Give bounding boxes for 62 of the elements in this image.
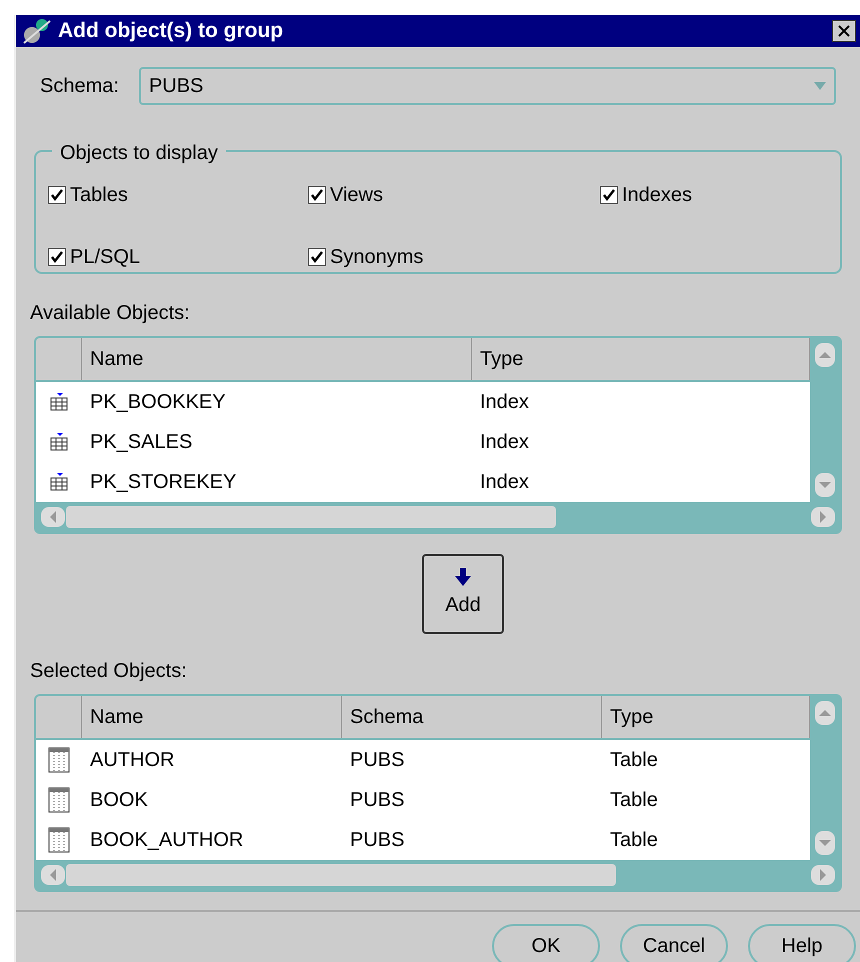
checkbox-label[interactable]: Indexes bbox=[622, 180, 692, 210]
window-title: Add object(s) to group bbox=[58, 18, 284, 44]
close-button[interactable] bbox=[832, 20, 856, 42]
dialog-button[interactable]: OK bbox=[492, 924, 600, 962]
available-label: Available Objects: bbox=[30, 300, 191, 326]
check-icon bbox=[50, 250, 64, 264]
index-icon bbox=[49, 472, 69, 492]
add-button[interactable]: Add bbox=[422, 554, 504, 634]
scroll-up-icon[interactable] bbox=[814, 342, 836, 368]
checkbox-label[interactable]: Views bbox=[330, 180, 383, 210]
close-icon bbox=[838, 24, 850, 37]
checkbox-label[interactable]: PL/SQL bbox=[70, 242, 140, 272]
index-icon bbox=[49, 392, 69, 412]
table-cell-text: PUBS bbox=[349, 748, 406, 772]
table-cell-text: BOOK_AUTHOR bbox=[89, 828, 244, 852]
schema-label: Schema: bbox=[40, 74, 119, 98]
check-icon bbox=[50, 188, 64, 202]
scroll-left-icon[interactable] bbox=[40, 864, 66, 886]
down-arrow-icon bbox=[455, 568, 471, 586]
table-icon bbox=[48, 746, 70, 772]
dialog-button[interactable]: Cancel bbox=[620, 924, 728, 962]
checkbox[interactable] bbox=[48, 186, 66, 204]
table-icon bbox=[48, 786, 70, 812]
schema-dropdown[interactable]: PUBS bbox=[138, 66, 836, 104]
scroll-right-icon[interactable] bbox=[810, 506, 836, 528]
scroll-down-icon[interactable] bbox=[814, 830, 836, 856]
scroll-left-icon[interactable] bbox=[40, 506, 66, 528]
table-cell-text: AUTHOR bbox=[89, 748, 176, 772]
column-header[interactable]: Schema bbox=[342, 696, 602, 738]
table-cell-text: Table bbox=[609, 788, 659, 812]
table-cell-text: PUBS bbox=[349, 828, 406, 852]
table-cell-text: Index bbox=[479, 430, 530, 454]
table-cell-text: PUBS bbox=[349, 788, 406, 812]
scroll-right-icon[interactable] bbox=[810, 864, 836, 886]
check-icon bbox=[310, 188, 324, 202]
check-icon bbox=[602, 188, 616, 202]
selected-label: Selected Objects: bbox=[30, 658, 188, 684]
checkbox-label[interactable]: Synonyms bbox=[330, 242, 424, 272]
table-cell-text: PK_BOOKKEY bbox=[89, 390, 227, 414]
scroll-thumb[interactable] bbox=[66, 864, 616, 886]
table-icon bbox=[48, 826, 70, 852]
checkbox[interactable] bbox=[308, 248, 326, 266]
column-header[interactable]: Name bbox=[82, 696, 342, 738]
table-cell-text: PK_STOREKEY bbox=[89, 470, 238, 494]
dialog-button[interactable]: Help bbox=[748, 924, 856, 962]
scroll-up-icon[interactable] bbox=[814, 700, 836, 726]
checkbox[interactable] bbox=[600, 186, 618, 204]
table-cell-text: Table bbox=[609, 828, 659, 852]
table-cell-text: Table bbox=[609, 748, 659, 772]
checkbox[interactable] bbox=[48, 248, 66, 266]
scroll-down-icon[interactable] bbox=[814, 472, 836, 498]
table-cell-text: Index bbox=[479, 470, 530, 494]
checkbox[interactable] bbox=[308, 186, 326, 204]
scroll-thumb[interactable] bbox=[66, 506, 556, 528]
index-icon bbox=[49, 432, 69, 452]
check-icon bbox=[310, 250, 324, 264]
checkbox-label[interactable]: Tables bbox=[70, 180, 128, 210]
table-cell-text: Index bbox=[479, 390, 530, 414]
dropdown-arrow-icon bbox=[814, 82, 826, 90]
table-cell-text: PK_SALES bbox=[89, 430, 194, 454]
table-cell-text: BOOK bbox=[89, 788, 149, 812]
column-header[interactable]: Name bbox=[82, 338, 472, 380]
